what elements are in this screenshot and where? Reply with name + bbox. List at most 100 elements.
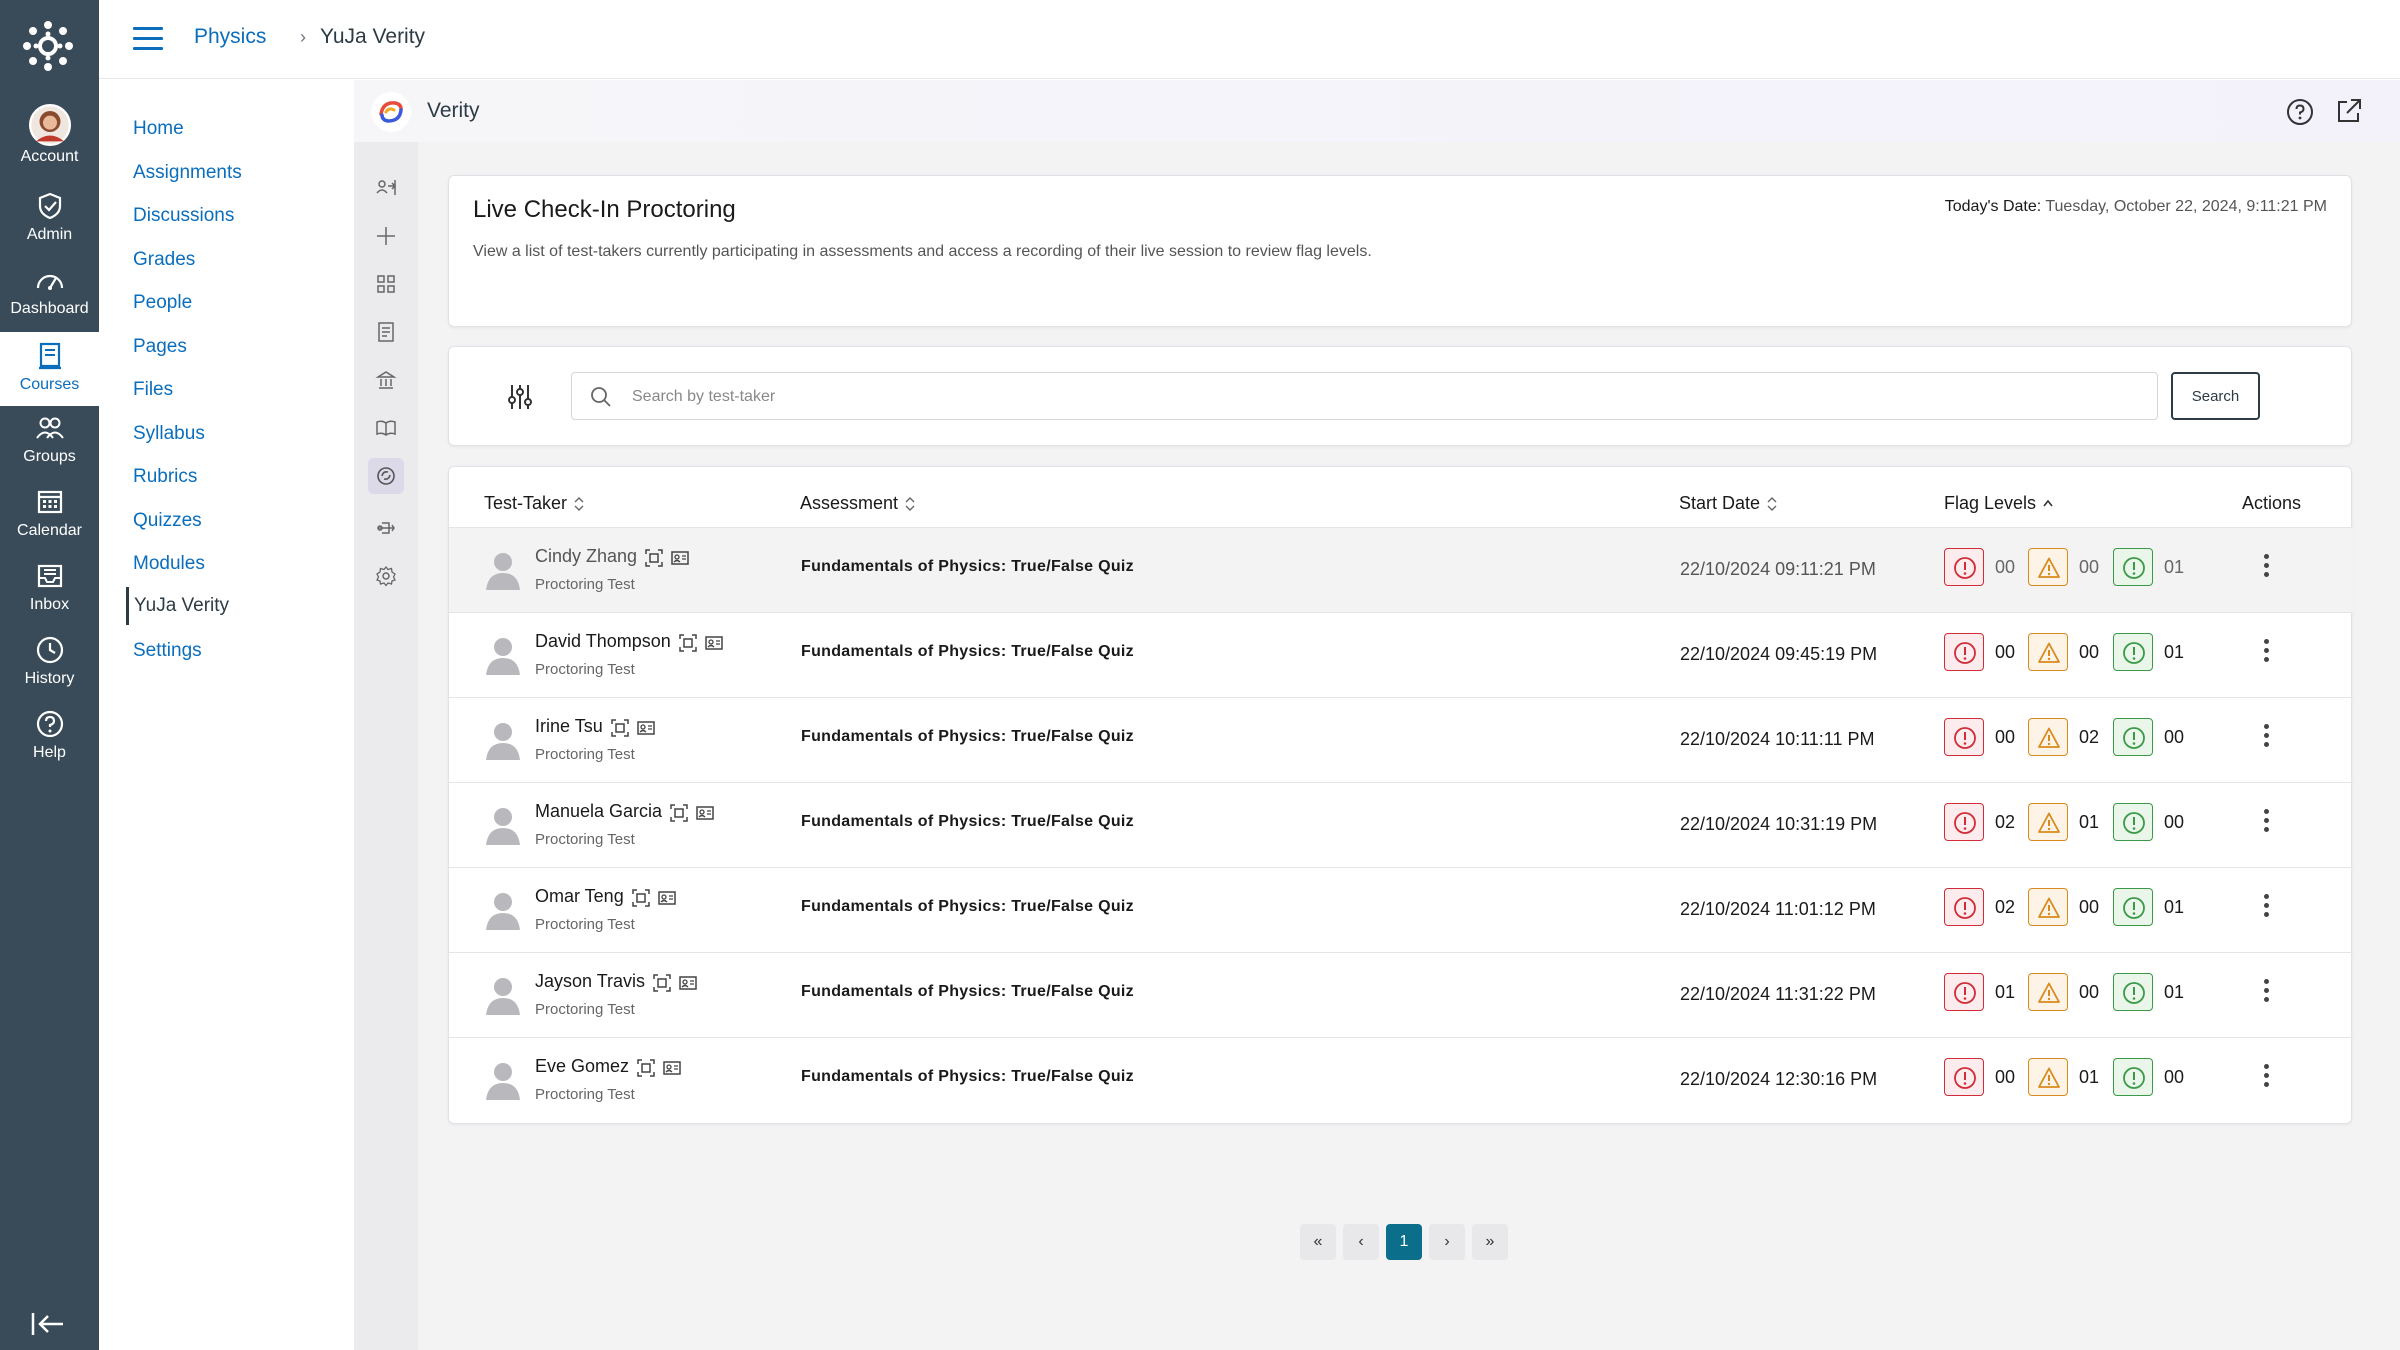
high-flag-badge[interactable] [1944,973,1984,1011]
medium-flag-badge[interactable] [2028,633,2068,671]
next-page-button[interactable]: › [1429,1224,1465,1260]
table-row[interactable]: Cindy Zhang Proctoring Test Fundamentals o… [449,527,2353,612]
filter-sliders-icon[interactable] [505,382,535,412]
high-flag-badge[interactable] [1944,718,1984,756]
last-page-button[interactable]: » [1472,1224,1508,1260]
high-flag-badge[interactable] [1944,803,1984,841]
search-field[interactable] [571,372,2158,420]
course-nav-settings[interactable]: Settings [133,640,202,662]
table-row[interactable]: Omar Teng Proctoring Test Fundamentals of … [449,867,2353,952]
screen-capture-icon[interactable] [610,719,629,737]
help-circle-icon[interactable] [2286,98,2314,126]
column-header-start-date[interactable]: Start Date [1679,493,1778,514]
global-nav-courses[interactable]: Courses [0,332,99,406]
global-nav-calendar[interactable]: Calendar [0,484,99,558]
low-flag-badge[interactable] [2113,1058,2153,1096]
hamburger-menu-icon[interactable] [133,27,163,51]
open-new-window-icon[interactable] [2334,96,2364,126]
high-flag-badge[interactable] [1944,633,1984,671]
canvas-logo-icon[interactable] [22,20,74,72]
tool-add[interactable] [368,218,404,254]
tool-reports[interactable] [368,314,404,350]
low-flag-badge[interactable] [2113,633,2153,671]
medium-flag-badge[interactable] [2028,973,2068,1011]
global-nav-help[interactable]: Help [0,706,99,780]
breadcrumb-course-link[interactable]: Physics [194,25,266,49]
low-flag-badge[interactable] [2113,803,2153,841]
high-flag-badge[interactable] [1944,548,1984,586]
search-button[interactable]: Search [2171,372,2260,420]
row-actions-kebab-icon[interactable] [2261,639,2271,669]
medium-flag-badge[interactable] [2028,548,2068,586]
table-row[interactable]: Jayson Travis Proctoring Test Fundamentals… [449,952,2353,1037]
course-nav-rubrics[interactable]: Rubrics [133,466,197,488]
course-nav-grades[interactable]: Grades [133,249,195,271]
screen-capture-icon[interactable] [645,549,663,567]
course-nav-people[interactable]: People [133,292,192,314]
global-nav-account[interactable]: Account [0,104,99,178]
tool-grid[interactable] [368,266,404,302]
id-card-icon[interactable] [663,1059,681,1077]
course-nav-syllabus[interactable]: Syllabus [133,423,205,445]
medium-flag-badge[interactable] [2028,888,2068,926]
global-nav-history[interactable]: History [0,632,99,706]
screen-capture-icon[interactable] [670,804,688,822]
medium-flag-badge[interactable] [2028,718,2068,756]
screen-capture-icon[interactable] [637,1059,655,1077]
course-nav-yuja-verity[interactable]: YuJa Verity [126,587,229,625]
id-card-icon[interactable] [679,974,697,992]
id-card-icon[interactable] [657,889,676,907]
tool-settings[interactable] [368,558,404,594]
table-row[interactable]: David Thompson Proctoring Test Fundamental… [449,612,2353,697]
low-flag-badge[interactable] [2113,548,2153,586]
id-card-icon[interactable] [671,549,689,567]
low-flag-badge[interactable] [2113,888,2153,926]
page-1-button[interactable]: 1 [1386,1224,1422,1260]
previous-page-button[interactable]: ‹ [1343,1224,1379,1260]
screen-capture-icon[interactable] [631,889,650,907]
table-row[interactable]: Irine Tsu Proctoring Test Fundamentals of … [449,697,2353,782]
id-card-icon[interactable] [705,634,723,652]
collapse-nav-icon[interactable] [30,1310,66,1338]
first-page-button[interactable]: « [1300,1224,1336,1260]
global-nav-dashboard[interactable]: Dashboard [0,262,99,336]
course-nav-discussions[interactable]: Discussions [133,205,234,227]
global-nav-inbox[interactable]: Inbox [0,558,99,632]
column-header-flag-levels[interactable]: Flag Levels [1944,493,2054,514]
global-nav-groups[interactable]: Groups [0,410,99,484]
tool-check-in[interactable] [368,170,404,206]
search-input[interactable] [632,383,2132,411]
course-nav-pages[interactable]: Pages [133,336,187,358]
medium-flag-badge[interactable] [2028,803,2068,841]
tool-integrations[interactable] [368,510,404,546]
low-flag-badge[interactable] [2113,718,2153,756]
tool-institution[interactable] [368,362,404,398]
course-nav-quizzes[interactable]: Quizzes [133,510,202,532]
medium-flag-badge[interactable] [2028,1058,2068,1096]
high-flag-badge[interactable] [1944,1058,1984,1096]
row-actions-kebab-icon[interactable] [2261,724,2271,754]
course-nav-assignments[interactable]: Assignments [133,162,242,184]
global-nav-admin[interactable]: Admin [0,188,99,262]
id-card-icon[interactable] [696,804,714,822]
row-actions-kebab-icon[interactable] [2261,894,2271,924]
course-nav-files[interactable]: Files [133,379,173,401]
row-actions-kebab-icon[interactable] [2261,979,2271,1009]
high-flag-badge[interactable] [1944,888,1984,926]
screen-capture-icon[interactable] [679,634,697,652]
column-header-test-taker[interactable]: Test-Taker [484,493,585,514]
table-row[interactable]: Manuela Garcia Proctoring Test Fundamental… [449,782,2353,867]
tool-live-proctoring[interactable] [368,458,404,494]
low-flag-count: 00 [2164,1067,2185,1087]
row-actions-kebab-icon[interactable] [2261,1064,2271,1094]
row-actions-kebab-icon[interactable] [2261,554,2271,584]
screen-capture-icon[interactable] [653,974,671,992]
low-flag-badge[interactable] [2113,973,2153,1011]
id-card-icon[interactable] [636,719,655,737]
course-nav-modules[interactable]: Modules [133,553,205,575]
table-row[interactable]: Eve Gomez Proctoring Test Fundamentals of … [449,1037,2353,1122]
tool-guide[interactable] [368,410,404,446]
column-header-assessment[interactable]: Assessment [800,493,916,514]
course-nav-home[interactable]: Home [133,118,184,140]
row-actions-kebab-icon[interactable] [2261,809,2271,839]
